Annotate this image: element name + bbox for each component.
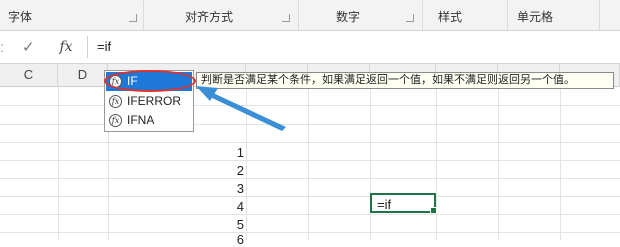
active-cell[interactable]: =if — [370, 193, 437, 214]
cell-value: 4 — [236, 199, 244, 214]
cell-value: 3 — [236, 181, 244, 196]
cell-value: 2 — [236, 163, 244, 178]
ribbon-group-label: 字体 — [8, 10, 33, 24]
active-cell-text: =if — [377, 197, 392, 212]
autocomplete-item-label: IFNA — [127, 113, 155, 127]
ribbon-group-styles: 样式 — [422, 0, 508, 30]
cell-value: 5 — [236, 217, 244, 232]
formula-bar-divider — [87, 36, 88, 58]
ribbon-group-label: 样式 — [438, 10, 463, 24]
ribbon-group-label: 数字 — [336, 10, 361, 24]
cell-value: 1 — [236, 145, 244, 160]
ribbon-group-labels: 字体 对齐方式 数字 样式 单元格 — [0, 0, 620, 31]
fill-handle[interactable] — [430, 207, 437, 214]
autocomplete-item-ifna[interactable]: fx IFNA — [106, 111, 192, 130]
cancel-x-icon[interactable]: : — [0, 39, 10, 55]
ribbon-group-alignment: 对齐方式 — [143, 0, 299, 30]
formula-bar: : ✓ fx =if — [0, 31, 620, 64]
ribbon-group-number: 数字 — [298, 0, 423, 30]
column-header-c[interactable]: C — [0, 64, 58, 86]
function-icon: fx — [109, 95, 122, 108]
dialog-launcher-icon[interactable] — [406, 14, 414, 22]
ribbon-group-label: 对齐方式 — [185, 10, 234, 24]
function-tooltip: 判断是否满足某个条件，如果满足返回一个值，如果不满足则返回另一个值。 — [196, 72, 614, 89]
function-icon: fx — [109, 114, 122, 127]
dialog-launcher-icon[interactable] — [282, 14, 290, 22]
formula-input[interactable]: =if — [97, 39, 111, 54]
annotation-circle-if — [104, 70, 196, 92]
ribbon-group-cells: 单元格 — [507, 0, 600, 30]
ribbon-group-label: 单元格 — [517, 10, 554, 24]
column-header-d[interactable]: D — [58, 64, 108, 86]
worksheet-grid[interactable] — [0, 87, 620, 240]
insert-function-button[interactable]: fx — [54, 36, 78, 58]
autocomplete-item-iferror[interactable]: fx IFERROR — [106, 92, 192, 111]
autocomplete-item-label: IFERROR — [127, 94, 181, 108]
enter-check-icon[interactable]: ✓ — [22, 38, 35, 56]
ribbon-group-font: 字体 — [0, 0, 144, 30]
dialog-launcher-icon[interactable] — [129, 14, 137, 22]
